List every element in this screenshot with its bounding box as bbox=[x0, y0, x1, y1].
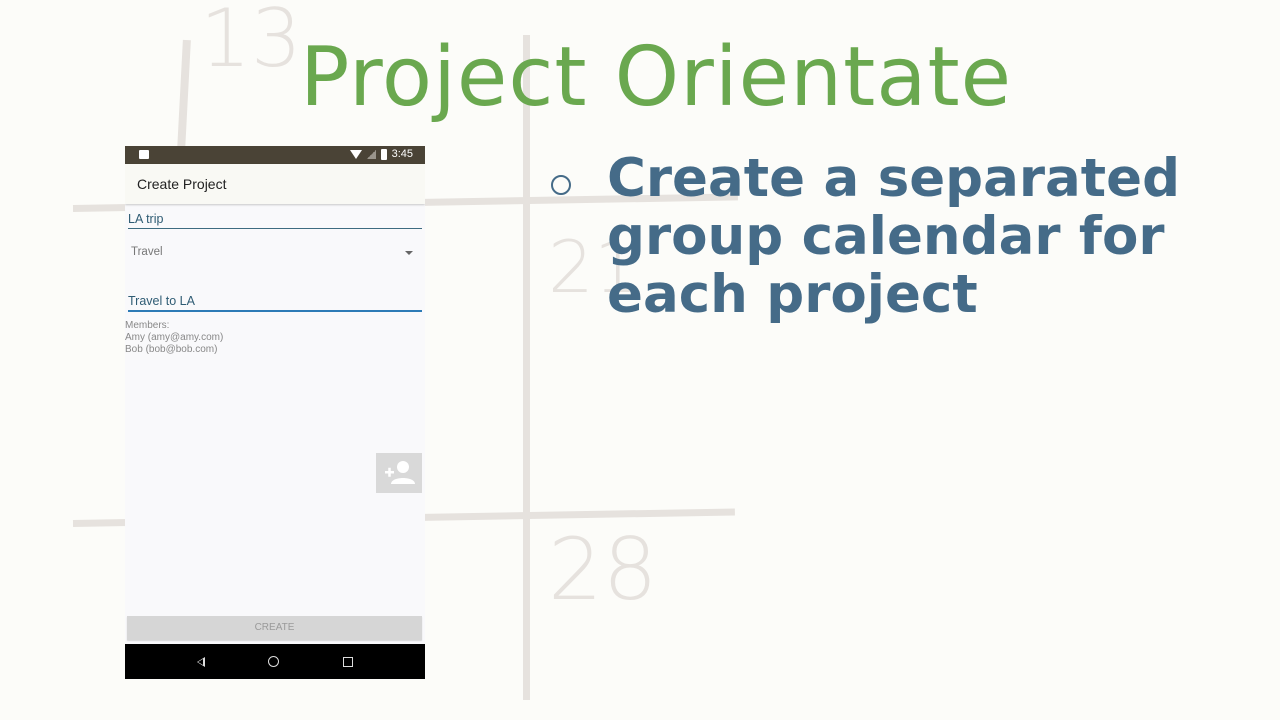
wifi-icon bbox=[349, 149, 362, 159]
phone-screenshot: 3:45 Create Project LA trip Travel Trave… bbox=[125, 146, 425, 679]
image-notification-icon bbox=[139, 150, 149, 159]
app-title: Create Project bbox=[137, 176, 227, 192]
category-dropdown[interactable]: Travel bbox=[131, 246, 413, 258]
status-bar: 3:45 bbox=[125, 146, 425, 164]
bullet-icon bbox=[551, 175, 571, 195]
members-list: Members: Amy (amy@amy.com) Bob (bob@bob.… bbox=[125, 320, 223, 356]
add-person-icon bbox=[385, 461, 415, 484]
signal-icon bbox=[366, 149, 376, 159]
category-selected: Travel bbox=[131, 246, 163, 258]
project-name-field[interactable]: LA trip bbox=[128, 212, 422, 229]
dropdown-arrow-icon bbox=[405, 251, 413, 255]
calendar-number: 28 bbox=[548, 520, 658, 620]
calendar-number: 13 bbox=[200, 0, 302, 85]
app-bar: Create Project bbox=[125, 164, 425, 204]
recents-icon[interactable] bbox=[343, 656, 354, 667]
back-icon[interactable] bbox=[196, 656, 205, 667]
slide-title: Project Orientate bbox=[300, 30, 1013, 125]
bullet-text: Create a separated group calendar for ea… bbox=[607, 148, 1181, 325]
calendar-vertical-line bbox=[523, 35, 530, 700]
home-icon[interactable] bbox=[268, 656, 280, 667]
navigation-bar bbox=[125, 644, 425, 679]
members-label: Members: bbox=[125, 320, 170, 331]
add-member-button[interactable] bbox=[376, 453, 422, 493]
battery-icon bbox=[380, 148, 387, 160]
member-item: Amy (amy@amy.com) bbox=[125, 332, 224, 343]
calendar-vertical-line bbox=[177, 39, 191, 151]
status-time: 3:45 bbox=[391, 148, 413, 160]
description-field[interactable]: Travel to LA bbox=[128, 294, 422, 312]
member-item: Bob (bob@bob.com) bbox=[125, 344, 218, 355]
create-button[interactable]: CREATE bbox=[127, 616, 422, 640]
